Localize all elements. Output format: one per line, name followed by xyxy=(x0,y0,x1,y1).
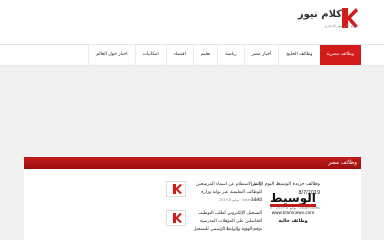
nav-item-economy[interactable]: اقتصاد xyxy=(165,45,193,65)
list-item-meta: kalamnews · يوليو 8 2019 xyxy=(218,227,262,231)
logo-k-icon xyxy=(173,184,182,194)
nav-item-world-news[interactable]: اخبار حول العالم xyxy=(88,45,134,65)
svg-text:وظائف خالية: وظائف خالية xyxy=(278,219,307,224)
logo-text: كلام نيوز xyxy=(297,9,342,20)
logo-k-icon xyxy=(173,213,182,223)
svg-text:www.klamnews.com: www.klamnews.com xyxy=(272,210,315,215)
list-thumbnail[interactable] xyxy=(166,210,186,226)
nav-item-egypt-news[interactable]: أخبار مصر xyxy=(243,45,279,65)
section-header: وظائف مصر xyxy=(24,157,361,169)
site-header: كلام نيوز موقع كلام نيوز الإخباري xyxy=(0,0,384,44)
list-thumbnail[interactable] xyxy=(166,181,186,197)
list-item[interactable]: التسجيل الإلكتروني لطلب التوظيف للحاصلين… xyxy=(166,210,262,234)
nav-item-gulf-jobs[interactable]: وظائف الخليج xyxy=(278,45,319,65)
site-logo[interactable]: كلام نيوز موقع كلام نيوز الإخباري xyxy=(296,8,358,34)
ad-space xyxy=(22,70,361,156)
main-nav: وظائف مصرية وظائف الخليج أخبار مصر رياضة… xyxy=(0,44,384,66)
nav-item-education[interactable]: تعليم xyxy=(192,45,217,65)
list-item-meta: kalamnews · يوليو 8 2019 xyxy=(218,198,262,202)
nav-item-capabilities[interactable]: امكانيات xyxy=(134,45,166,65)
nav-item-sports[interactable]: رياضة xyxy=(217,45,243,65)
section-title: وظائف مصر xyxy=(328,160,357,166)
nav-item-egypt-jobs[interactable]: وظائف مصرية xyxy=(319,45,361,65)
list-item[interactable]: رابط الاستعلام عن اسماء المرشحين للوظائف… xyxy=(166,181,262,205)
logo-subtitle: موقع كلام نيوز الإخباري xyxy=(324,24,358,28)
